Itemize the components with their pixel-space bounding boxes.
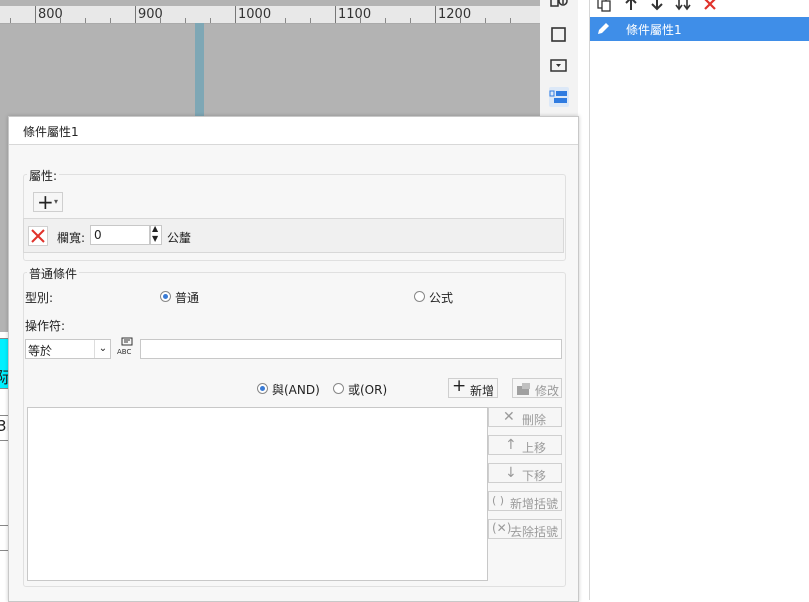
move-down-condition-label: 下移 (522, 469, 547, 483)
cell-info-icon[interactable] (549, 0, 569, 15)
condition-attribute-dialog: 條件屬性1 屬性: + ▾ 欄寬: 0 ▲ ▼ 公釐 普通條件 型別: 普通 公… (8, 116, 579, 602)
delete-condition-label: 刪除 (522, 413, 547, 427)
operator-select[interactable]: 等於 ⌄ (25, 339, 111, 359)
type-formula-radio[interactable] (414, 291, 425, 302)
edit-icon (516, 382, 532, 399)
stepper-down-icon[interactable]: ▼ (152, 234, 158, 243)
edit-condition-button[interactable]: 修改 (512, 378, 562, 398)
condition-attribute-icon[interactable] (549, 87, 569, 107)
ruler-label: 1200 (438, 7, 472, 22)
dropdown-arrow-icon: ▾ (54, 197, 59, 206)
operator-label: 操作符: (25, 319, 66, 333)
condition-list-item[interactable]: 條件屬性1 (590, 17, 809, 41)
column-width-stepper[interactable]: ▲ ▼ (150, 224, 162, 245)
attribute-unit: 公釐 (167, 231, 192, 245)
move-up-icon[interactable] (623, 0, 639, 12)
arrow-up-icon: ↑ (505, 437, 517, 453)
delete-x-icon: ✕ (503, 409, 515, 425)
condition-item-label: 條件屬性1 (626, 23, 682, 37)
move-bottom-icon[interactable] (675, 0, 691, 12)
type-label: 型別: (25, 291, 54, 305)
column-guide[interactable] (195, 23, 204, 118)
remove-bracket-button[interactable]: (✕) 去除括號 (488, 519, 562, 539)
arrow-down-icon: ↓ (505, 465, 517, 481)
attribute-row-label: 欄寬: (57, 231, 86, 245)
move-down-icon[interactable] (649, 0, 665, 12)
condition-list-panel: 條件屬性1 (589, 0, 809, 600)
move-down-condition-button[interactable]: ↓ 下移 (488, 463, 562, 483)
bracket-icon: ( ) (492, 494, 505, 507)
dialog-title-bar: 條件屬性1 (9, 117, 578, 145)
delete-condition-button[interactable]: ✕ 刪除 (488, 407, 562, 427)
move-up-condition-label: 上移 (522, 441, 547, 455)
logic-or-label[interactable]: 或(OR) (348, 381, 387, 398)
formula-edit-icon[interactable]: ABC (116, 337, 138, 359)
add-condition-label: 新增 (470, 384, 495, 398)
chevron-down-icon[interactable]: ⌄ (94, 340, 111, 358)
stepper-up-icon[interactable]: ▲ (152, 224, 158, 233)
remove-attribute-button[interactable] (28, 226, 48, 246)
add-bracket-label: 新增括號 (510, 497, 559, 511)
formula-icon-text: ABC (117, 348, 132, 356)
condition-group-label: 普通條件 (27, 265, 80, 282)
type-normal-label[interactable]: 普通 (175, 289, 199, 306)
operator-value-input[interactable] (140, 339, 562, 359)
column-width-input[interactable]: 0 (90, 225, 150, 245)
type-normal-radio[interactable] (160, 291, 171, 302)
copy-icon[interactable] (596, 0, 612, 12)
logic-and-label[interactable]: 與(AND) (272, 381, 320, 398)
add-bracket-button[interactable]: ( ) 新增括號 (488, 491, 562, 511)
horizontal-ruler: 800 900 1000 1100 1200 (0, 6, 540, 24)
logic-and-radio[interactable] (257, 383, 268, 394)
condition-list-box[interactable] (27, 407, 488, 581)
remove-bracket-label: 去除括號 (510, 525, 559, 539)
operator-value: 等於 (28, 344, 53, 358)
logic-or-radio[interactable] (333, 383, 344, 394)
delete-icon[interactable] (702, 0, 718, 12)
add-condition-button[interactable]: + 新增 (448, 376, 498, 398)
type-formula-label[interactable]: 公式 (429, 289, 453, 306)
edit-condition-label: 修改 (535, 384, 560, 398)
pencil-icon (595, 21, 611, 40)
add-attribute-button[interactable]: + ▾ (33, 190, 63, 214)
move-up-condition-button[interactable]: ↑ 上移 (488, 435, 562, 455)
side-toolbar (540, 0, 578, 116)
add-attribute-label: + (37, 190, 54, 214)
ruler-label: 1100 (338, 7, 372, 22)
widget-icon[interactable] (549, 56, 569, 76)
ruler-label: 1000 (238, 7, 272, 22)
attribute-group-label: 屬性: (27, 167, 60, 184)
remove-bracket-icon: (✕) (492, 521, 512, 535)
frame-icon[interactable] (549, 25, 569, 45)
dialog-title: 條件屬性1 (23, 125, 79, 139)
plus-icon: + (452, 376, 467, 396)
attribute-row: 欄寬: 0 ▲ ▼ 公釐 (23, 218, 564, 253)
